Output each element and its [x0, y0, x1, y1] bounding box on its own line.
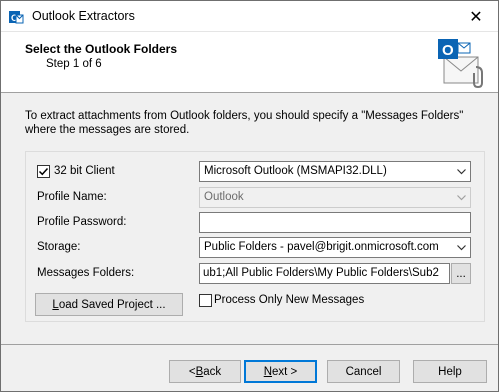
next-button[interactable]: Next >: [244, 360, 317, 383]
storage-select[interactable]: Public Folders - pavel@brigit.onmicrosof…: [199, 237, 471, 258]
outlook-mail-logo: O: [434, 37, 488, 89]
back-button[interactable]: < Back: [169, 360, 241, 383]
profile-name-select: Outlook: [199, 187, 471, 208]
client-checkbox[interactable]: [37, 165, 50, 178]
storage-label: Storage:: [37, 241, 81, 253]
footer-divider: [1, 344, 498, 345]
client-select-value: Microsoft Outlook (MSMAPI32.DLL): [204, 165, 387, 177]
load-button-label: oad Saved Project ...: [58, 298, 166, 311]
outlook-extractor-icon: O: [8, 9, 24, 25]
profile-password-field[interactable]: [199, 212, 471, 233]
profile-name-label: Profile Name:: [37, 191, 107, 203]
title-bar: O Outlook Extractors ✕: [1, 1, 498, 32]
process-new-label[interactable]: Process Only New Messages: [214, 294, 364, 306]
close-icon[interactable]: ✕: [454, 1, 498, 32]
back-label: ack: [203, 365, 222, 378]
next-label: ext >: [272, 365, 298, 378]
dialog-window: O Outlook Extractors ✕ Select the Outloo…: [0, 0, 499, 392]
step-indicator: Step 1 of 6: [46, 58, 102, 70]
load-saved-project-button[interactable]: Load Saved Project ...: [35, 293, 183, 316]
svg-text:O: O: [442, 42, 454, 59]
instructions-text: To extract attachments from Outlook fold…: [25, 110, 464, 136]
messages-folders-field[interactable]: ub1;All Public Folders\My Public Folders…: [199, 263, 450, 284]
page-title: Select the Outlook Folders: [25, 42, 178, 56]
chevron-down-icon: [452, 188, 470, 207]
profile-name-value: Outlook: [204, 191, 244, 203]
process-new-checkbox[interactable]: [199, 294, 212, 307]
client-select[interactable]: Microsoft Outlook (MSMAPI32.DLL): [199, 161, 471, 182]
window-title: Outlook Extractors: [32, 9, 135, 23]
back-accel-key: B: [195, 365, 204, 378]
profile-password-label: Profile Password:: [37, 216, 127, 228]
chevron-down-icon[interactable]: [452, 238, 470, 257]
cancel-button[interactable]: Cancel: [327, 360, 400, 383]
wizard-header: Select the Outlook Folders Step 1 of 6 O: [1, 32, 498, 93]
client-checkbox-label[interactable]: 32 bit Client: [54, 165, 115, 177]
storage-select-value: Public Folders - pavel@brigit.onmicrosof…: [204, 241, 439, 253]
back-prefix: <: [188, 365, 196, 378]
browse-folders-button[interactable]: ...: [451, 263, 471, 284]
messages-folders-label: Messages Folders:: [37, 267, 135, 279]
next-accel-key: N: [263, 365, 273, 378]
chevron-down-icon[interactable]: [452, 162, 470, 181]
help-button[interactable]: Help: [413, 360, 487, 383]
